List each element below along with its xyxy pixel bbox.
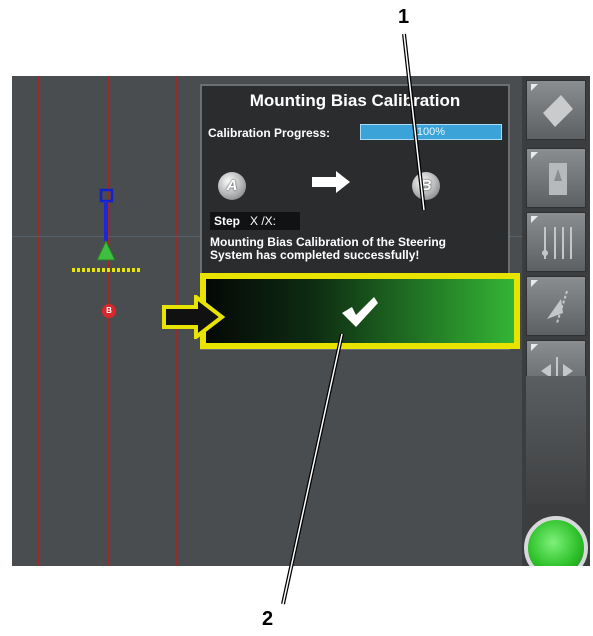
highlight-arrow-icon: [162, 295, 226, 339]
status-message: Mounting Bias Calibration of the Steerin…: [210, 235, 447, 262]
steering-calibration-icon: [547, 290, 568, 324]
point-b-marker: B: [102, 304, 116, 318]
progress-bar: 100%: [360, 124, 502, 140]
guidance-lines-icon: [542, 227, 572, 259]
rail-button-layers[interactable]: [526, 80, 586, 140]
checkmark-icon: [342, 297, 378, 327]
confirm-button[interactable]: [200, 273, 520, 349]
progress-label: Calibration Progress:: [208, 126, 331, 140]
rail-button-map[interactable]: [526, 148, 586, 208]
rail-button-steering[interactable]: [526, 276, 586, 336]
panel-layer-icon: [543, 95, 573, 127]
callout-2: 2: [262, 608, 274, 630]
point-a-icon: A: [218, 172, 246, 200]
map-view-icon: [549, 163, 567, 195]
step-indicator: Step X /X:: [210, 212, 300, 230]
arrow-right-icon: [312, 171, 350, 193]
guidance-line: [37, 76, 39, 566]
step-value: X /X:: [250, 214, 277, 228]
step-label: Step: [214, 214, 241, 228]
dialog-title: Mounting Bias Calibration: [249, 91, 461, 110]
callout-1: 1: [398, 6, 410, 28]
toolbar-spacer: [526, 376, 586, 504]
point-b-icon: B: [412, 172, 440, 200]
guidance-screen: B Mounting Bias Calibration Calibration …: [12, 76, 590, 566]
confirm-button-face: [206, 279, 514, 343]
vehicle-marker: [72, 188, 142, 272]
rail-button-guidance[interactable]: [526, 212, 586, 272]
